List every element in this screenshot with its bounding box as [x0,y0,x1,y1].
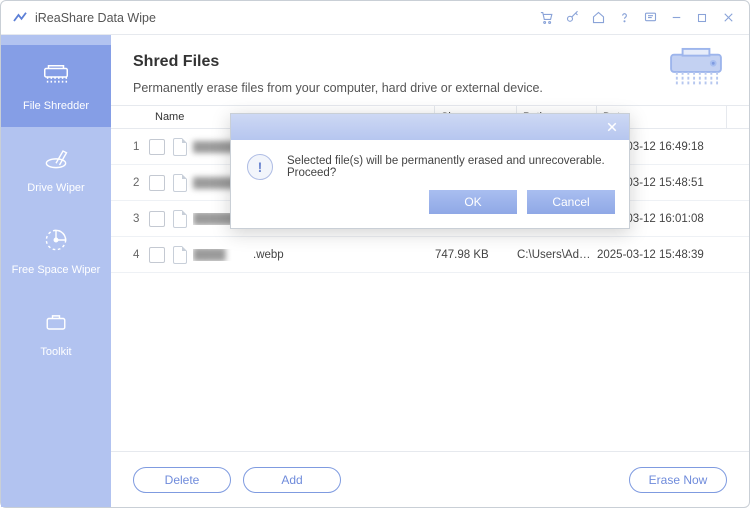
app-title: iReaShare Data Wipe [35,11,156,25]
app-window: iReaShare Data Wipe [0,0,750,508]
free-space-icon [40,224,72,256]
file-name-blur: ████ [193,249,253,261]
sidebar-item-label: Toolkit [40,346,71,358]
shredder-icon [40,60,72,92]
feedback-icon[interactable] [637,5,663,31]
page-title: Shred Files [133,53,727,71]
app-logo-icon [11,9,29,27]
dialog-titlebar [231,114,629,140]
row-index: 4 [133,249,149,261]
file-icon [173,246,187,264]
cart-icon[interactable] [533,5,559,31]
row-checkbox[interactable] [149,211,165,227]
row-index: 1 [133,141,149,153]
sidebar-item-label: Free Space Wiper [12,264,101,276]
main-panel: Shred Files Permanently erase files from… [111,35,749,507]
footer: Delete Add Erase Now [111,451,749,507]
drive-wiper-icon [40,142,72,174]
row-index: 2 [133,177,149,189]
page-subtitle: Permanently erase files from your comput… [133,81,727,95]
alert-icon: ! [247,154,273,180]
titlebar: iReaShare Data Wipe [1,1,749,35]
sidebar-item-drive-wiper[interactable]: Drive Wiper [1,127,111,209]
erase-now-button[interactable]: Erase Now [629,467,727,493]
sidebar: File Shredder Drive Wiper [1,35,111,507]
row-checkbox[interactable] [149,175,165,191]
home-icon[interactable] [585,5,611,31]
file-ext: .webp [253,249,284,261]
shredder-illustration-icon [665,47,727,98]
sidebar-item-toolkit[interactable]: Toolkit [1,291,111,373]
row-index: 3 [133,213,149,225]
file-icon [173,210,187,228]
key-icon[interactable] [559,5,585,31]
add-button[interactable]: Add [243,467,341,493]
maximize-button[interactable] [689,5,715,31]
sidebar-item-label: File Shredder [23,100,89,112]
file-icon [173,174,187,192]
dialog-ok-button[interactable]: OK [429,190,517,214]
dialog-cancel-button[interactable]: Cancel [527,190,615,214]
sidebar-item-file-shredder[interactable]: File Shredder [1,45,111,127]
confirm-dialog: ! Selected file(s) will be permanently e… [230,113,630,229]
toolkit-icon [40,306,72,338]
file-icon [173,138,187,156]
row-checkbox[interactable] [149,247,165,263]
file-path: C:\Users\Admi... [517,249,597,261]
file-date: 2025-03-12 15:48:39 [597,249,737,261]
close-button[interactable] [715,5,741,31]
minimize-button[interactable] [663,5,689,31]
table-row[interactable]: 4 ████ .webp 747.98 KB C:\Users\Admi... … [111,237,749,273]
help-icon[interactable] [611,5,637,31]
sidebar-item-free-space-wiper[interactable]: Free Space Wiper [1,209,111,291]
dialog-message: Selected file(s) will be permanently era… [287,155,613,179]
delete-button[interactable]: Delete [133,467,231,493]
file-size: 747.98 KB [435,249,517,261]
dialog-close-icon[interactable] [603,118,621,136]
page-header: Shred Files Permanently erase files from… [111,35,749,105]
sidebar-item-label: Drive Wiper [27,182,84,194]
row-checkbox[interactable] [149,139,165,155]
